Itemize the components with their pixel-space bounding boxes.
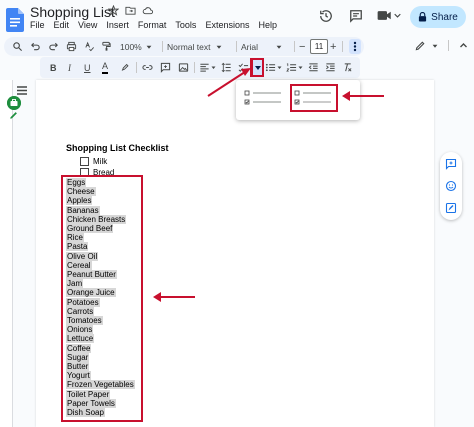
bulleted-list-icon[interactable] — [265, 58, 276, 77]
link-icon[interactable] — [142, 58, 153, 77]
menu-insert[interactable]: Insert — [106, 20, 129, 30]
main-toolbar: 100% Normal text Arial − 11 + — [4, 37, 364, 56]
font-size-input[interactable]: 11 — [310, 39, 328, 54]
menu-tools[interactable]: Tools — [175, 20, 196, 30]
add-comment-icon[interactable] — [445, 158, 457, 170]
italic-icon[interactable]: I — [68, 58, 71, 77]
paint-format-icon[interactable] — [101, 37, 112, 56]
document-title[interactable]: Shopping List — [30, 4, 115, 20]
insert-image-icon[interactable] — [178, 58, 189, 77]
checklist-option-simple[interactable] — [244, 89, 284, 107]
checkbox[interactable] — [80, 157, 89, 166]
floating-actions-panel — [440, 152, 462, 220]
bold-icon[interactable]: B — [50, 58, 57, 77]
menu-file[interactable]: File — [30, 20, 45, 30]
more-tools-button[interactable] — [349, 39, 361, 54]
pen-icon[interactable] — [9, 110, 19, 120]
document-outline-icon[interactable] — [14, 84, 30, 97]
more-vert-icon — [353, 41, 357, 52]
undo-icon[interactable] — [30, 37, 41, 56]
decrease-font-size-button[interactable]: − — [299, 37, 305, 56]
text-color-icon[interactable]: A — [102, 60, 109, 74]
caret-down-icon[interactable] — [277, 58, 282, 77]
briefcase-badge-icon[interactable] — [7, 96, 21, 110]
version-history-icon[interactable] — [319, 9, 333, 23]
numbered-list-icon[interactable] — [286, 58, 297, 77]
share-label: Share — [431, 11, 458, 23]
zoom-select[interactable]: 100% — [120, 37, 152, 56]
meet-icon[interactable] — [377, 9, 392, 22]
annotation-box-list — [61, 175, 143, 422]
redo-icon[interactable] — [48, 37, 59, 56]
suggest-edits-icon[interactable] — [445, 202, 457, 214]
star-icon[interactable] — [108, 5, 119, 16]
spellcheck-icon[interactable] — [84, 37, 95, 56]
comment-icon[interactable] — [349, 9, 363, 23]
caret-down-icon[interactable] — [298, 58, 303, 77]
move-folder-icon[interactable] — [125, 5, 136, 16]
font-select[interactable]: Arial — [241, 37, 282, 56]
emoji-reaction-icon[interactable] — [445, 180, 457, 192]
menu-format[interactable]: Format — [138, 20, 167, 30]
checklist-style-preview-icon — [244, 90, 281, 105]
add-comment-icon[interactable] — [160, 58, 171, 77]
increase-font-size-button[interactable]: + — [330, 37, 336, 56]
zoom-value: 100% — [120, 41, 142, 52]
clear-formatting-icon[interactable] — [342, 58, 353, 77]
increase-indent-icon[interactable] — [325, 58, 336, 77]
hide-menus-chevron-icon[interactable] — [459, 41, 468, 50]
style-value: Normal text — [167, 41, 211, 52]
line-spacing-icon[interactable] — [221, 58, 232, 77]
caret-down-icon[interactable] — [432, 43, 438, 49]
share-button[interactable]: Share — [410, 6, 466, 28]
caret-down-icon — [217, 45, 222, 49]
annotation-box-checklist-menu — [250, 58, 264, 77]
font-value: Arial — [241, 41, 259, 52]
caret-down-icon — [146, 45, 152, 49]
menu-view[interactable]: View — [78, 20, 97, 30]
menu-help[interactable]: Help — [258, 20, 277, 30]
overflow-toolbar: B I U A — [40, 57, 360, 78]
print-icon[interactable] — [66, 37, 77, 56]
document-heading[interactable]: Shopping List Checklist — [66, 143, 169, 153]
cloud-status-icon[interactable] — [142, 5, 154, 16]
annotation-box-checklist-option — [290, 84, 338, 112]
checklist-item-label: Milk — [93, 157, 108, 166]
paragraph-style-select[interactable]: Normal text — [167, 37, 222, 56]
docs-logo-icon[interactable] — [6, 8, 24, 32]
caret-down-icon[interactable] — [211, 58, 216, 77]
menu-extensions[interactable]: Extensions — [205, 20, 249, 30]
underline-icon[interactable]: U — [84, 58, 91, 77]
align-left-icon[interactable] — [199, 58, 210, 77]
menu-edit[interactable]: Edit — [54, 20, 70, 30]
caret-down-icon — [276, 45, 282, 49]
checklist-icon[interactable] — [238, 58, 249, 77]
checklist-item[interactable]: Milk — [80, 157, 107, 166]
lock-icon — [419, 12, 427, 22]
vertical-ruler — [0, 80, 13, 427]
highlight-pen-icon[interactable] — [120, 58, 130, 77]
decrease-indent-icon[interactable] — [308, 58, 319, 77]
editing-mode-pencil-icon[interactable] — [415, 40, 426, 51]
search-menus-icon[interactable] — [12, 37, 23, 56]
chevron-down-icon[interactable] — [394, 12, 401, 19]
